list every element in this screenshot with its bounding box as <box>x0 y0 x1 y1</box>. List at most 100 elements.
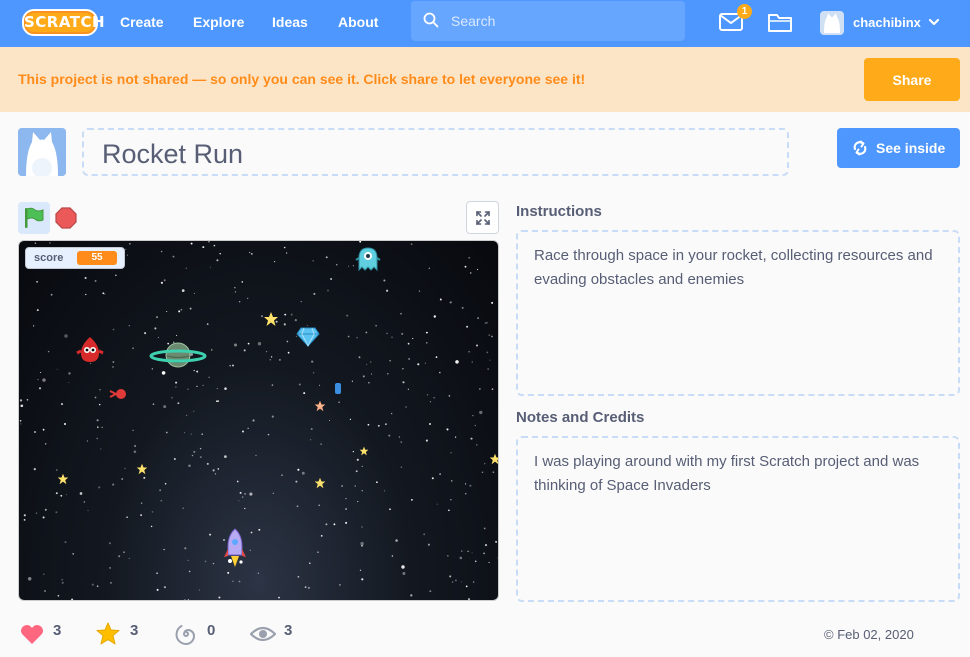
star-resource-sprite[interactable] <box>314 477 326 489</box>
background-star-dot <box>484 322 487 325</box>
notes-credits-text[interactable]: I was playing around with my first Scrat… <box>534 450 944 498</box>
background-star-dot <box>217 400 219 402</box>
nav-about-link[interactable]: About <box>338 14 378 30</box>
background-star-dot <box>84 276 87 280</box>
background-star-dot <box>208 241 210 243</box>
background-star-dot <box>402 368 404 370</box>
background-star-dot <box>272 492 274 494</box>
background-star-dot <box>361 545 363 547</box>
project-stage[interactable]: score 55 <box>18 240 499 601</box>
nav-explore-link[interactable]: Explore <box>193 14 244 30</box>
background-star-dot <box>247 427 249 429</box>
project-owner-avatar[interactable] <box>18 128 66 176</box>
background-star-dot <box>238 580 241 583</box>
background-star-dot <box>483 552 485 555</box>
project-title-field[interactable]: Rocket Run <box>82 128 789 176</box>
background-star-dot <box>20 423 22 425</box>
background-star-dot <box>55 511 58 514</box>
background-star-dot <box>164 482 167 485</box>
instructions-text[interactable]: Race through space in your rocket, colle… <box>534 244 944 292</box>
background-star-dot <box>154 327 157 330</box>
alien-sprite[interactable] <box>355 246 381 274</box>
background-star-dot <box>464 265 467 268</box>
star-resource-sprite[interactable] <box>314 400 326 412</box>
background-star-dot <box>338 401 340 404</box>
background-star-dot <box>307 586 311 590</box>
background-star-dot <box>42 428 45 431</box>
blue-crystal-sprite[interactable] <box>334 381 342 395</box>
scratch-logo[interactable]: SCRATCH <box>22 9 105 36</box>
background-star-dot <box>204 560 207 563</box>
background-star-dot <box>325 256 328 259</box>
nav-create-link[interactable]: Create <box>120 14 164 30</box>
background-star-dot <box>336 264 338 266</box>
background-star-dot <box>61 599 63 600</box>
notes-credits-field[interactable]: I was playing around with my first Scrat… <box>516 436 960 602</box>
starfield-backdrop <box>19 241 498 600</box>
background-star-dot <box>355 470 358 473</box>
background-star-dot <box>215 400 218 402</box>
background-star-dot <box>156 588 159 591</box>
ringed-planet-sprite[interactable] <box>149 340 207 370</box>
background-star-dot <box>115 274 117 277</box>
star-favorite-icon[interactable] <box>96 622 120 645</box>
background-star-dot <box>66 494 68 496</box>
instructions-field[interactable]: Race through space in your rocket, colle… <box>516 230 960 396</box>
background-star-dot <box>459 556 463 560</box>
background-star-dot <box>213 244 216 247</box>
background-star-dot <box>187 388 189 390</box>
background-star-dot <box>465 585 468 588</box>
star-resource-sprite[interactable] <box>263 311 279 327</box>
star-resource-sprite[interactable] <box>359 446 369 456</box>
background-star-dot <box>425 439 428 442</box>
fullscreen-button[interactable] <box>466 201 499 234</box>
background-star-dot <box>284 313 287 316</box>
green-flag-button[interactable] <box>18 202 50 234</box>
red-enemy-sprite[interactable] <box>75 335 105 365</box>
stop-sign-icon[interactable] <box>55 207 77 229</box>
background-star-dot <box>486 321 488 324</box>
background-star-dot <box>368 381 370 384</box>
not-shared-message: This project is not shared — so only you… <box>18 71 586 87</box>
top-navigation-bar: SCRATCH Create Explore Ideas About 1 cha… <box>0 0 970 47</box>
see-inside-button[interactable]: See inside <box>837 128 960 168</box>
heart-love-icon[interactable] <box>20 624 44 645</box>
score-variable-monitor: score 55 <box>25 247 125 269</box>
background-star-dot <box>201 433 203 435</box>
background-star-dot <box>436 503 438 505</box>
search-bar[interactable] <box>411 1 685 41</box>
star-resource-sprite[interactable] <box>136 463 148 475</box>
rocket-player-sprite[interactable] <box>221 527 249 569</box>
background-star-dot <box>484 544 488 547</box>
star-resource-sprite[interactable] <box>489 453 499 465</box>
project-title[interactable]: Rocket Run <box>102 139 243 170</box>
background-star-dot <box>389 360 391 362</box>
background-star-dot <box>267 433 270 436</box>
background-star-dot <box>395 539 398 542</box>
search-input[interactable] <box>451 11 671 31</box>
share-button[interactable]: Share <box>864 58 960 101</box>
background-star-dot <box>468 256 471 259</box>
background-star-dot <box>384 423 387 426</box>
user-avatar[interactable] <box>820 11 844 35</box>
star-resource-sprite[interactable] <box>57 473 69 485</box>
background-star-dot <box>455 360 459 364</box>
background-star-dot <box>313 292 316 295</box>
background-star-dot <box>271 415 274 418</box>
username-label[interactable]: chachibinx <box>853 15 921 30</box>
background-star-dot <box>361 578 364 581</box>
chevron-down-icon[interactable] <box>928 17 940 27</box>
background-star-dot <box>61 578 64 581</box>
background-star-dot <box>423 533 426 536</box>
background-star-dot <box>45 443 47 445</box>
background-star-dot <box>328 419 331 422</box>
my-stuff-folder-icon[interactable] <box>768 12 792 32</box>
background-star-dot <box>469 272 472 274</box>
gem-resource-sprite[interactable] <box>296 327 320 347</box>
background-star-dot <box>218 596 221 599</box>
nav-ideas-link[interactable]: Ideas <box>272 14 308 30</box>
background-star-dot <box>217 468 220 470</box>
background-star-dot <box>199 456 202 459</box>
background-star-dot <box>433 315 436 318</box>
small-red-enemy-sprite[interactable] <box>109 386 131 402</box>
